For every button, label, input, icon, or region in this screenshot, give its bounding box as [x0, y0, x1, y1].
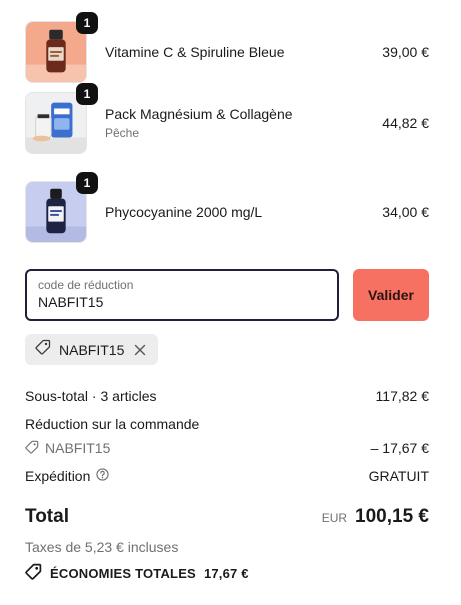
product-thumbnail-wrap: 1	[25, 172, 98, 243]
taxes-row: Taxes de 5,23 € incluses	[25, 538, 429, 556]
product-name: Phycocyanine 2000 mg/L	[105, 204, 263, 220]
discount-code-form: code de réduction Valider	[25, 269, 429, 321]
total-label: Total	[25, 506, 69, 527]
order-discount-detail-row: NABFIT15 – 17,67 €	[25, 439, 429, 457]
applied-discount-code: NABFIT15	[59, 341, 125, 358]
subtotal-value: 117,82 €	[375, 388, 429, 404]
close-icon[interactable]	[132, 342, 148, 358]
cart-item: 1 Vitamine C & Spiruline Bleue 39,00 €	[25, 12, 429, 84]
order-discount-label: Réduction sur la commande	[25, 416, 200, 432]
cart-item: 1 Pack Magnésium & Collagène Pêche 44,82…	[25, 83, 429, 155]
product-name: Vitamine C & Spiruline Bleue	[105, 44, 285, 60]
total-amount-wrap: EUR 100,15 €	[322, 506, 429, 528]
apply-discount-button[interactable]: Valider	[353, 269, 429, 321]
tag-icon	[25, 440, 39, 457]
savings-value: 17,67 €	[203, 565, 249, 581]
total-amount: 100,15 €	[355, 506, 429, 527]
applied-discount-chip: NABFIT15	[25, 334, 159, 365]
subtotal-label: Sous-total · 3 articles	[25, 388, 157, 404]
discount-code-field[interactable]: code de réduction	[25, 269, 339, 321]
help-icon[interactable]	[96, 468, 110, 484]
product-price: 39,00 €	[382, 44, 429, 60]
order-discount-code-wrap: NABFIT15	[25, 440, 110, 457]
shipping-label-wrap: Expédition	[25, 468, 110, 484]
product-thumbnail-wrap: 1	[25, 83, 98, 154]
product-price: 44,82 €	[382, 115, 429, 131]
order-discount-value: – 17,67 €	[370, 440, 429, 456]
shipping-label: Expédition	[25, 468, 91, 484]
product-thumbnail-wrap: 1	[25, 12, 98, 83]
product-info: Vitamine C & Spiruline Bleue	[105, 44, 382, 60]
discount-code-input[interactable]	[38, 294, 326, 310]
shipping-value: GRATUIT	[368, 468, 429, 484]
product-name: Pack Magnésium & Collagène	[105, 106, 293, 122]
quantity-badge: 1	[76, 172, 98, 194]
total-savings: ÉCONOMIES TOTALES 17,67 €	[25, 563, 249, 583]
order-discount-row: Réduction sur la commande	[25, 415, 429, 433]
product-price: 34,00 €	[382, 204, 429, 220]
discount-code-label: code de réduction	[38, 278, 134, 292]
quantity-badge: 1	[76, 12, 98, 34]
tag-icon	[35, 339, 51, 360]
product-variant: Pêche	[105, 126, 140, 140]
shipping-row: Expédition GRATUIT	[25, 467, 429, 485]
cart-item: 1 Phycocyanine 2000 mg/L 34,00 €	[25, 172, 429, 244]
quantity-badge: 1	[76, 83, 98, 105]
taxes-note: Taxes de 5,23 € incluses	[25, 539, 179, 555]
subtotal-row: Sous-total · 3 articles 117,82 €	[25, 387, 429, 405]
savings-label: ÉCONOMIES TOTALES	[50, 565, 196, 581]
tag-icon	[25, 563, 42, 583]
product-info: Phycocyanine 2000 mg/L	[105, 204, 382, 220]
product-info: Pack Magnésium & Collagène Pêche	[105, 106, 382, 140]
total-row: Total EUR 100,15 €	[25, 506, 429, 532]
total-currency: EUR	[321, 511, 348, 525]
order-discount-code: NABFIT15	[45, 440, 111, 456]
